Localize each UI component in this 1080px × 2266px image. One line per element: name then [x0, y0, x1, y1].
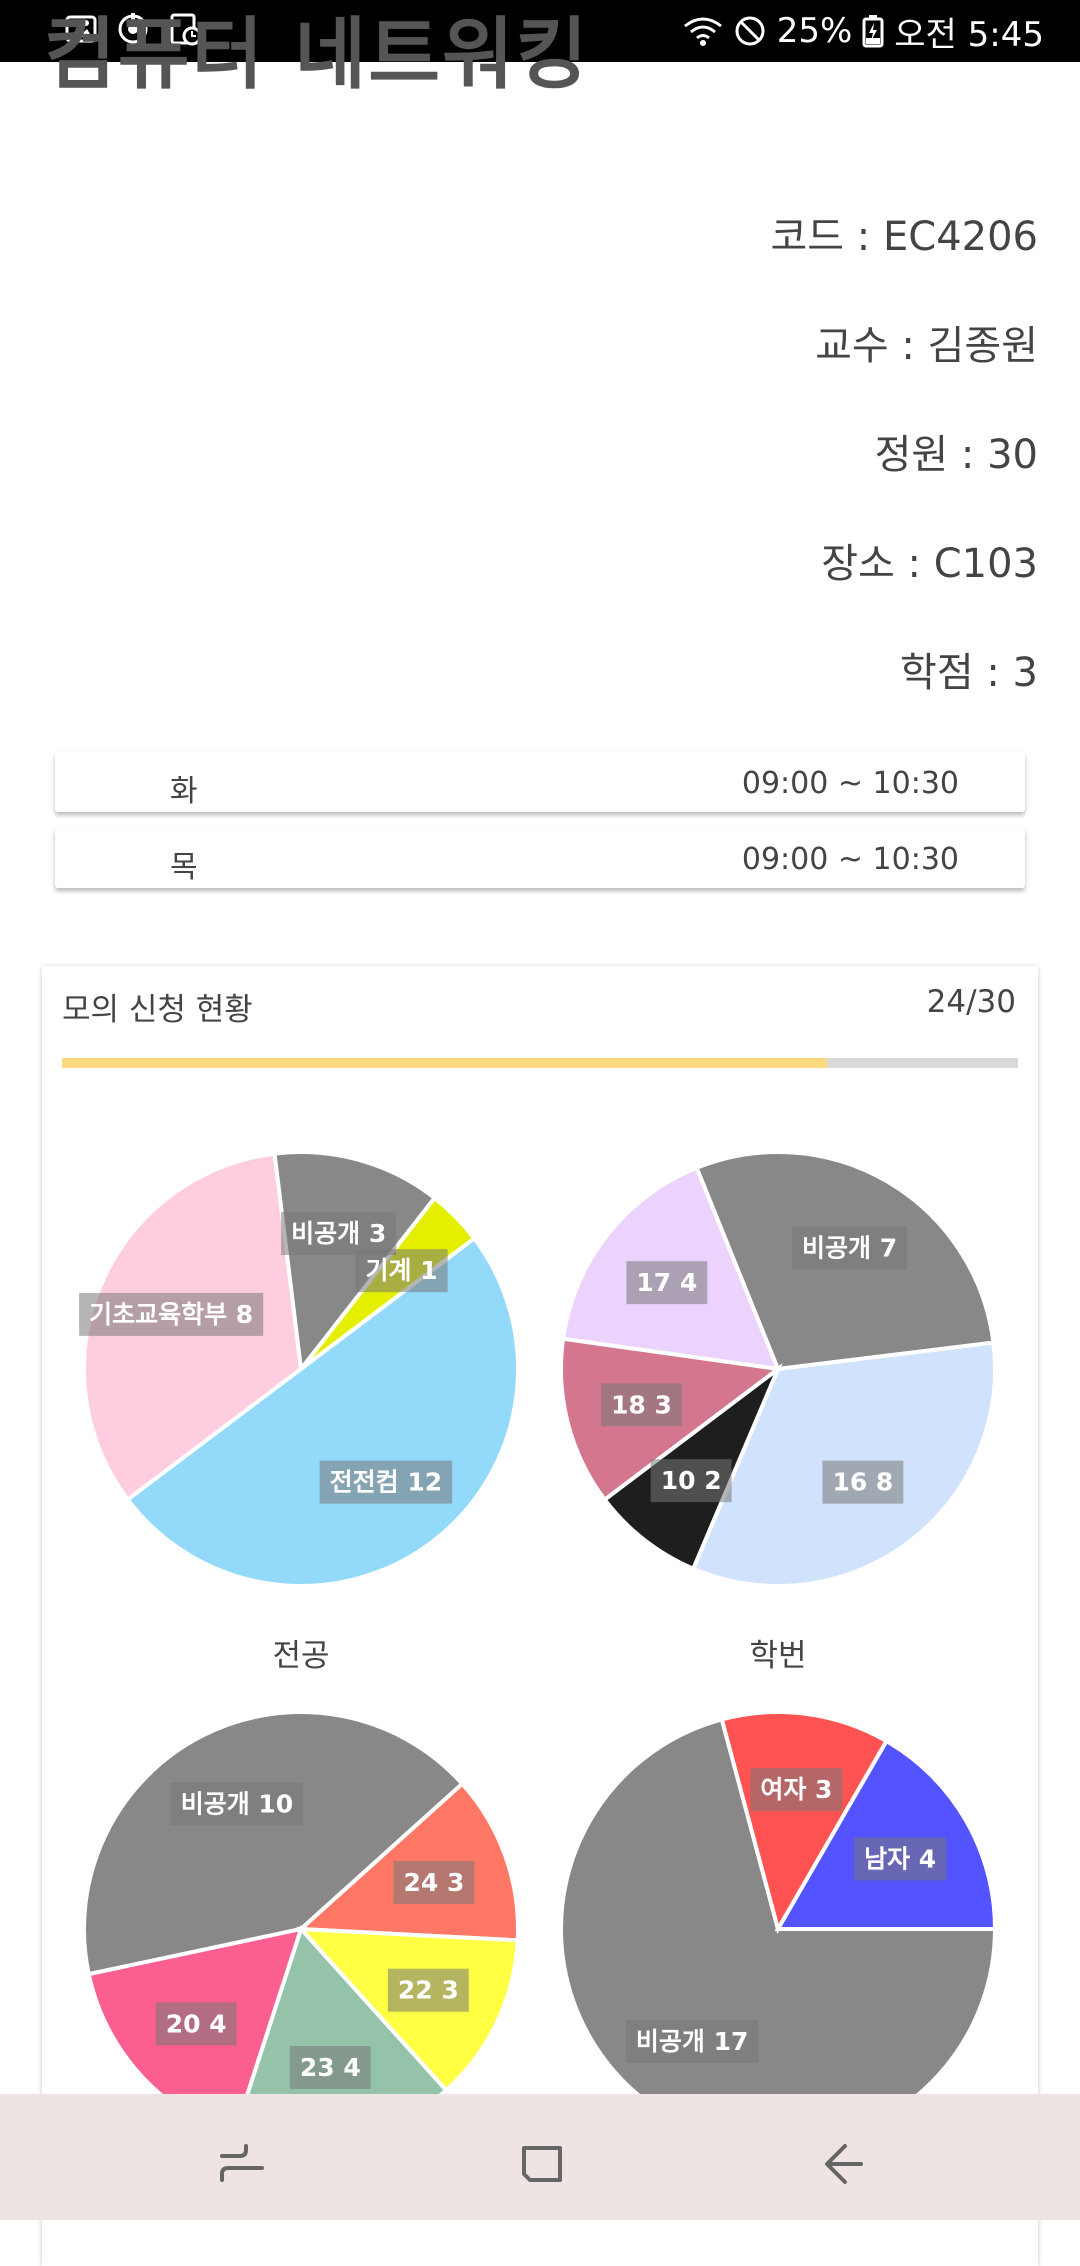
progress-fill — [62, 1058, 827, 1068]
svg-text:23 4: 23 4 — [300, 2053, 361, 2082]
course-title: 컴퓨터 네트워킹 — [44, 10, 590, 100]
svg-text:16 8: 16 8 — [832, 1468, 893, 1497]
recent-apps-icon[interactable] — [212, 2134, 272, 2194]
slice-label: 기계 1 — [355, 1249, 448, 1293]
slice-label: 24 3 — [393, 1860, 475, 1904]
slice-label: 남자 4 — [854, 1837, 947, 1881]
slice-label: 전전컴 12 — [319, 1460, 453, 1504]
schedule-row: 목 09:00 ~ 10:30 — [55, 828, 1025, 888]
schedule-time: 09:00 ~ 10:30 — [741, 842, 959, 877]
navigation-bar — [0, 2094, 1080, 2220]
major-pie-chart: 기초교육학부 8 비공개 3 기계 1 전전컴 12 — [79, 1150, 520, 1588]
status-right: 25% 오전 5:45 — [683, 0, 1044, 62]
slice-label: 여자 3 — [750, 1768, 843, 1812]
svg-text:10 2: 10 2 — [661, 1466, 722, 1495]
battery-icon — [862, 15, 884, 48]
course-capacity: 정원 : 30 — [874, 432, 1038, 478]
slice-label: 20 4 — [155, 2002, 237, 2046]
course-credits: 학점 : 3 — [900, 650, 1038, 696]
svg-text:20 4: 20 4 — [166, 2009, 227, 2038]
svg-text:기계 1: 기계 1 — [366, 1256, 438, 1285]
slice-label: 16 8 — [822, 1460, 904, 1504]
slice-label: 18 3 — [600, 1383, 682, 1427]
svg-text:비공개 17: 비공개 17 — [636, 2027, 749, 2056]
slice-label: 22 3 — [387, 1968, 469, 2012]
year-chart-label: 학번 — [749, 1638, 807, 1674]
application-status-card: 모의 신청 현황 24/30 기초교육학부 8 비공개 3 기계 1 전전컴 12 1… — [42, 966, 1038, 2266]
schedule-day: 화 — [170, 774, 198, 809]
home-icon[interactable] — [512, 2134, 572, 2194]
age-pie-chart: 비공개 10 24 3 22 3 23 4 20 4 — [82, 1710, 520, 2148]
major-chart-label: 전공 — [272, 1638, 330, 1674]
course-code: 코드 : EC4206 — [770, 214, 1038, 260]
gender-pie-chart: 비공개 17 여자 3 남자 4 — [559, 1710, 998, 2148]
svg-text:기초교육학부 8: 기초교육학부 8 — [89, 1300, 253, 1329]
application-progress-bar — [62, 1058, 1018, 1068]
svg-text:18 3: 18 3 — [611, 1390, 672, 1419]
slice-label: 10 2 — [650, 1459, 732, 1503]
application-count: 24/30 — [926, 984, 1016, 1020]
slice-label: 23 4 — [289, 2045, 371, 2089]
svg-text:비공개 7: 비공개 7 — [802, 1233, 897, 1262]
battery-percent: 25% — [776, 11, 853, 51]
svg-text:비공개 10: 비공개 10 — [181, 1789, 294, 1818]
wifi-icon — [683, 17, 722, 46]
back-icon[interactable] — [815, 2134, 875, 2194]
svg-text:전전컴 12: 전전컴 12 — [330, 1468, 443, 1497]
slice-label: 기초교육학부 8 — [79, 1292, 264, 1336]
clock: 오전 5:45 — [894, 14, 1044, 55]
slice-label: 17 4 — [626, 1261, 708, 1305]
do-not-disturb-icon — [735, 16, 765, 46]
slice-label: 비공개 3 — [281, 1212, 397, 1256]
svg-text:비공개 3: 비공개 3 — [291, 1219, 386, 1248]
course-location: 장소 : C103 — [821, 541, 1038, 587]
course-professor: 교수 : 김종원 — [815, 323, 1038, 369]
svg-text:24 3: 24 3 — [404, 1868, 465, 1897]
slice-label: 비공개 17 — [625, 2019, 759, 2063]
svg-text:17 4: 17 4 — [636, 1268, 697, 1297]
schedule-row: 화 09:00 ~ 10:30 — [55, 752, 1025, 812]
card-title: 모의 신청 현황 — [62, 992, 253, 1028]
svg-text:남자 4: 남자 4 — [864, 1844, 936, 1873]
svg-text:여자 3: 여자 3 — [760, 1775, 832, 1804]
slice-label: 비공개 7 — [792, 1226, 908, 1270]
schedule-time: 09:00 ~ 10:30 — [741, 766, 959, 801]
svg-text:22 3: 22 3 — [398, 1976, 459, 2005]
student-year-pie-chart: 17 4 비공개 7 16 8 10 2 18 3 — [559, 1150, 997, 1588]
slice-label: 비공개 10 — [170, 1782, 304, 1826]
schedule-day: 목 — [170, 850, 198, 885]
